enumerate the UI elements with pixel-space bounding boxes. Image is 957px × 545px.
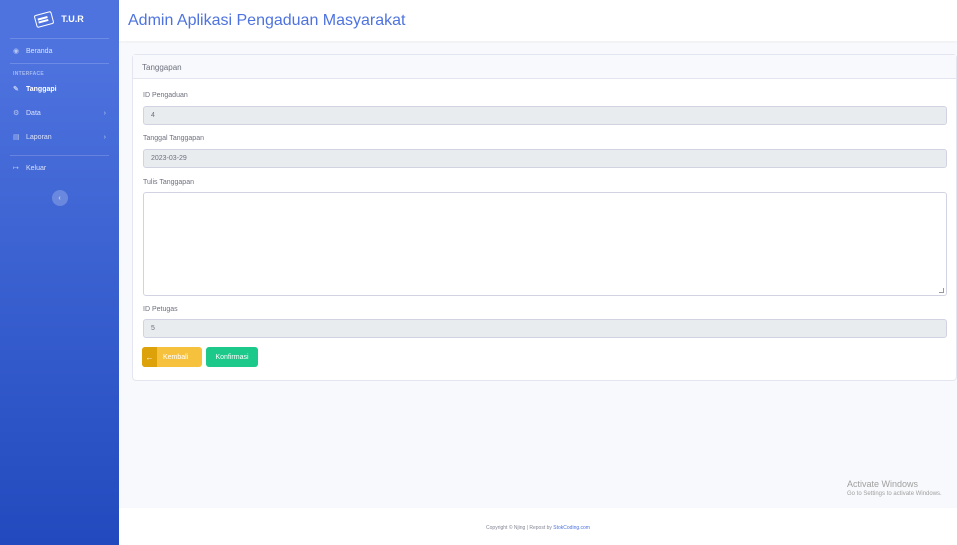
sidebar-heading: INTERFACE xyxy=(13,71,45,77)
back-button-label: Kembali xyxy=(163,353,189,361)
sidebar-item-beranda[interactable]: ◉ Beranda xyxy=(0,39,119,63)
sidebar: T.U.R ◉ Beranda INTERFACE ✎ Tanggapi ⚙ D… xyxy=(0,0,119,545)
arrow-left-icon: ← xyxy=(142,347,157,367)
keyboard-icon xyxy=(33,10,55,28)
chevron-left-icon: ‹ xyxy=(58,194,61,202)
brand-name: T.U.R xyxy=(61,14,84,24)
activate-windows-watermark: Activate Windows Go to Settings to activ… xyxy=(847,479,942,497)
sidebar-item-label: Keluar xyxy=(26,164,47,172)
tanggal-tanggapan-field: 2023-03-29 xyxy=(143,149,947,168)
id-pengaduan-field: 4 xyxy=(143,106,947,125)
dashboard-icon: ◉ xyxy=(13,48,20,55)
id-pengaduan-label: ID Pengaduan xyxy=(143,92,188,99)
footer: Copyright © Njing | Repost by StokCoding… xyxy=(119,508,957,545)
id-petugas-label: ID Petugas xyxy=(143,306,178,313)
brand-link[interactable]: T.U.R xyxy=(0,0,119,38)
topbar: Admin Aplikasi Pengaduan Masyarakat xyxy=(119,0,957,41)
sidebar-item-label: Data xyxy=(26,109,41,117)
sidebar-item-label: Beranda xyxy=(26,47,53,55)
watermark-title: Activate Windows xyxy=(847,479,919,489)
back-button[interactable]: ← Kembali xyxy=(142,347,202,367)
tanggapan-card: Tanggapan ID Pengaduan 4 Tanggal Tanggap… xyxy=(132,54,957,381)
copyright-text: Copyright © Njing | Repost by xyxy=(486,525,552,531)
tulis-tanggapan-textarea[interactable] xyxy=(143,192,947,296)
sidebar-item-label: Laporan xyxy=(26,133,52,141)
chevron-right-icon: › xyxy=(103,133,106,141)
sidebar-item-tanggapi[interactable]: ✎ Tanggapi xyxy=(0,77,119,101)
tulis-tanggapan-label: Tulis Tanggapan xyxy=(143,179,194,186)
chevron-right-icon: › xyxy=(103,109,106,117)
confirm-button[interactable]: Konfirmasi xyxy=(206,347,258,367)
sidebar-toggle-button[interactable]: ‹ xyxy=(51,190,68,206)
sidebar-item-laporan[interactable]: ▤ Laporan › xyxy=(0,125,119,149)
watermark-subtitle: Go to Settings to activate Windows. xyxy=(847,491,942,497)
card-title: Tanggapan xyxy=(133,55,956,79)
gear-icon: ⚙ xyxy=(13,110,20,117)
edit-icon: ✎ xyxy=(13,86,19,93)
sidebar-item-data[interactable]: ⚙ Data › xyxy=(0,101,119,125)
id-petugas-field: 5 xyxy=(143,319,947,338)
footer-link[interactable]: StokCoding.com xyxy=(553,525,590,531)
sidebar-item-keluar[interactable]: ↦ Keluar xyxy=(0,156,119,180)
page-title: Admin Aplikasi Pengaduan Masyarakat xyxy=(128,12,406,29)
tanggal-tanggapan-label: Tanggal Tanggapan xyxy=(143,135,204,142)
logout-icon: ↦ xyxy=(13,165,19,172)
table-icon: ▤ xyxy=(13,134,20,141)
sidebar-item-label: Tanggapi xyxy=(26,85,57,93)
